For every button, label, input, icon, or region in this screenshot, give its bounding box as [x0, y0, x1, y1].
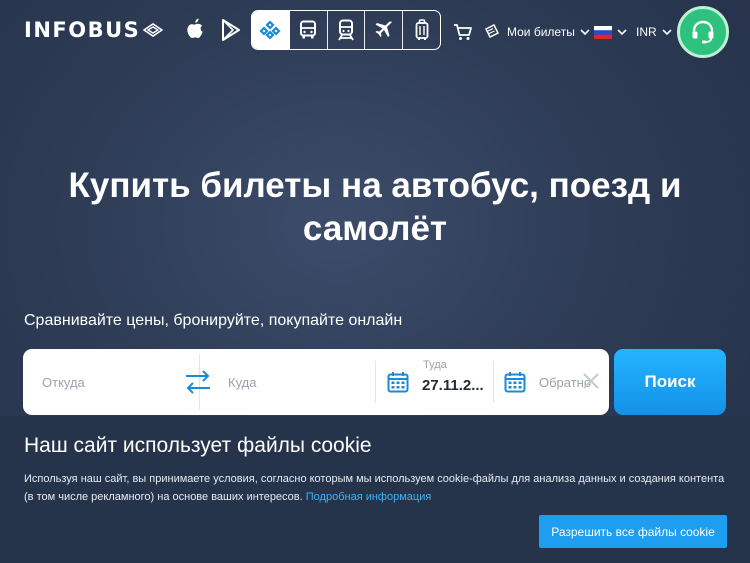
cookie-title: Наш сайт использует файлы cookie [24, 434, 372, 457]
luggage-icon [415, 19, 428, 40]
accept-cookies-button[interactable]: Разрешить все файлы cookie [539, 515, 727, 548]
apple-icon[interactable] [181, 16, 207, 44]
logo-mark-icon [143, 23, 164, 37]
page-title: Купить билеты на автобус, поезд и самолё… [68, 166, 682, 248]
bus-icon [300, 20, 317, 39]
divider [375, 361, 376, 403]
depart-label: Туда [423, 359, 447, 371]
logo-text: INFOBUS [24, 18, 141, 42]
from-field[interactable]: Откуда [42, 375, 85, 390]
depart-date-field[interactable]: 27.11.2... [422, 377, 484, 394]
transport-all-button[interactable] [252, 11, 290, 49]
plane-icon [375, 21, 392, 37]
russia-flag-icon [594, 25, 612, 39]
transport-luggage-button[interactable] [403, 11, 440, 49]
currency-selector[interactable]: INR [636, 20, 672, 44]
cookie-text: Используя наш сайт, вы принимаете услови… [24, 470, 732, 506]
chevron-down-icon [662, 28, 672, 35]
chevron-down-icon [617, 28, 627, 35]
transport-plane-button[interactable] [365, 11, 404, 49]
search-form: Откуда Куда Туда 27.11.2... Обратно [23, 349, 609, 415]
headset-icon [692, 20, 714, 44]
train-icon [338, 19, 354, 41]
swap-arrows-icon[interactable] [183, 367, 213, 397]
to-field[interactable]: Куда [228, 375, 256, 390]
calendar-icon[interactable] [387, 371, 409, 393]
cart-button[interactable] [453, 20, 473, 44]
chevron-down-icon [580, 28, 590, 35]
my-tickets-menu[interactable]: Мои билеты [484, 20, 590, 44]
currency-label: INR [636, 25, 657, 39]
cookie-details-link[interactable]: Подробная информация [306, 491, 432, 503]
calendar-icon[interactable] [504, 371, 526, 393]
my-tickets-label: Мои билеты [507, 25, 575, 39]
cart-icon [454, 24, 472, 40]
logo[interactable]: INFOBUS [24, 18, 164, 42]
hero-subtitle: Сравнивайте цены, бронируйте, покупайте … [24, 312, 403, 329]
ticket-icon [484, 24, 500, 39]
google-play-icon[interactable] [218, 16, 244, 44]
transport-selector [251, 10, 441, 50]
language-selector[interactable] [594, 20, 627, 44]
search-button[interactable]: Поиск [614, 349, 726, 415]
close-icon[interactable] [582, 372, 600, 390]
divider [493, 361, 494, 403]
transport-train-button[interactable] [328, 11, 366, 49]
all-transport-icon [259, 20, 281, 40]
support-button[interactable] [677, 6, 729, 58]
transport-bus-button[interactable] [290, 11, 328, 49]
header: INFOBUS Мои билеты INR [0, 0, 750, 62]
